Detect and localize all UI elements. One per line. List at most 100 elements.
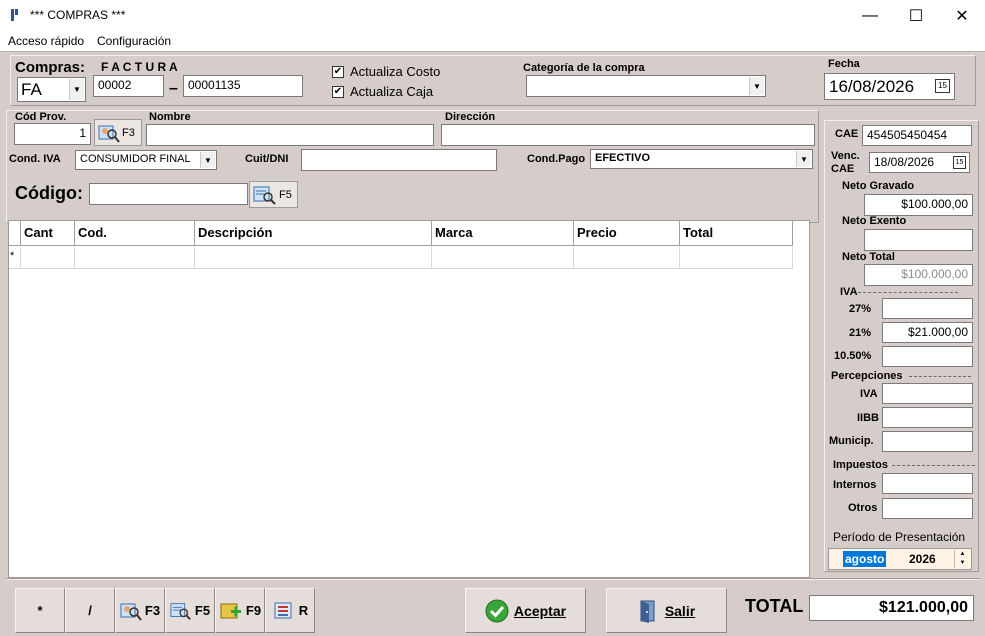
fecha-value: 16/08/2026	[829, 77, 915, 96]
multiply-button[interactable]: *	[15, 588, 65, 633]
salir-button[interactable]: Salir	[606, 588, 727, 633]
internos-label: Internos	[833, 479, 877, 491]
grid-cell-cant[interactable]	[21, 247, 75, 269]
f5-toolbar-button[interactable]: F5	[165, 588, 215, 633]
nombre-input[interactable]	[146, 124, 434, 146]
punto-venta-input[interactable]: 00002	[93, 75, 164, 97]
cond-pago-value: EFECTIVO	[595, 152, 651, 164]
buscar-proveedor-button[interactable]: F3	[94, 119, 142, 146]
grid-corner	[9, 221, 21, 246]
f9-toolbar-label: F9	[245, 603, 262, 618]
fecha-input[interactable]: 16/08/2026 15	[824, 73, 955, 100]
direccion-input[interactable]	[441, 124, 815, 146]
perc-municip-input[interactable]	[882, 431, 973, 452]
buscar-articulo-button[interactable]: F5	[249, 181, 298, 208]
cae-input[interactable]: 454505450454	[862, 125, 972, 146]
cond-pago-label: Cond.Pago	[527, 153, 586, 165]
tipo-comprobante-select[interactable]: FA ▼	[17, 77, 86, 102]
cod-prov-label: Cód Prov.	[15, 111, 67, 123]
iva-27-label: 27%	[849, 303, 872, 315]
codigo-input[interactable]	[89, 183, 248, 205]
menu-acceso-rapido[interactable]: Acceso rápido	[8, 34, 84, 48]
chevron-down-icon[interactable]: ▼	[200, 152, 215, 168]
cod-prov-input[interactable]: 1	[14, 123, 91, 145]
iva-1050-input[interactable]	[882, 346, 973, 367]
f5-toolbar-label: F5	[194, 603, 211, 618]
grid-header-precio[interactable]: Precio	[574, 221, 680, 246]
divide-button[interactable]: /	[65, 588, 115, 633]
impuestos-label: Impuestos	[833, 459, 889, 471]
codigo-label: Código:	[15, 183, 83, 203]
close-button[interactable]: ✕	[939, 0, 985, 31]
f5-label: F5	[279, 188, 292, 201]
maximize-button[interactable]: ☐	[893, 0, 939, 31]
r-toolbar-button[interactable]: R	[265, 588, 315, 633]
numero-dash: –	[169, 80, 178, 97]
actualiza-caja-checkbox[interactable]: ✔	[332, 86, 344, 98]
f3-toolbar-button[interactable]: F3	[115, 588, 165, 633]
cuit-input[interactable]	[301, 149, 497, 171]
check-circle-icon	[485, 599, 509, 622]
f9-toolbar-button[interactable]: F9	[215, 588, 265, 633]
venc-cae-label: Venc.	[831, 150, 860, 162]
periodo-spinner[interactable]: agosto 2026 ▲ ▼	[828, 548, 972, 570]
perc-iva-input[interactable]	[882, 383, 973, 404]
f3-label: F3	[122, 126, 135, 139]
minimize-button[interactable]: —	[847, 0, 893, 31]
grid-header-total[interactable]: Total	[680, 221, 793, 246]
grid-cell-total[interactable]	[680, 247, 793, 269]
total-label: TOTAL	[745, 596, 804, 616]
factura-label: F A C T U R A	[101, 60, 178, 74]
search-list-icon	[253, 186, 276, 205]
neto-gravado-input[interactable]: $100.000,00	[864, 194, 973, 216]
internos-input[interactable]	[882, 473, 973, 494]
otros-input[interactable]	[882, 498, 973, 519]
nombre-label: Nombre	[149, 111, 191, 123]
calendar-icon[interactable]: 15	[953, 156, 966, 169]
neto-total-label: Neto Total	[842, 251, 895, 263]
compras-form: Compras: F A C T U R A FA ▼ 00002 – 0000…	[0, 51, 985, 636]
perc-iibb-input[interactable]	[882, 407, 973, 428]
grid-cell-descripcion[interactable]	[195, 247, 432, 269]
cae-label: CAE	[835, 128, 859, 140]
chevron-down-icon[interactable]: ▼	[749, 77, 764, 95]
salir-label: Salir	[664, 602, 696, 619]
perc-municip-label: Municip.	[829, 435, 874, 447]
iva-27-input[interactable]	[882, 298, 973, 319]
actualiza-costo-checkbox[interactable]: ✔	[332, 66, 344, 78]
direccion-label: Dirección	[445, 111, 496, 123]
periodo-anio[interactable]: 2026	[909, 552, 936, 566]
aceptar-button[interactable]: Aceptar	[465, 588, 586, 633]
grid-header-cod[interactable]: Cod.	[75, 221, 195, 246]
search-person-icon	[120, 603, 142, 621]
cond-pago-select[interactable]: EFECTIVO ▼	[590, 149, 813, 169]
chevron-down-icon[interactable]: ▼	[69, 79, 84, 100]
venc-cae-value: 18/08/2026	[874, 155, 935, 169]
iva-section-label: IVA	[840, 286, 858, 298]
venc-cae-input[interactable]: 18/08/2026 15	[869, 152, 970, 173]
grid-header-marca[interactable]: Marca	[432, 221, 574, 246]
grid-cell-marca[interactable]	[432, 247, 574, 269]
new-row-marker: *	[9, 247, 21, 269]
iva-21-input[interactable]: $21.000,00	[882, 322, 973, 343]
spinner-arrows-icon[interactable]: ▲ ▼	[954, 550, 970, 568]
periodo-mes[interactable]: agosto	[843, 551, 887, 567]
calendar-icon[interactable]: 15	[935, 79, 950, 93]
numero-input[interactable]: 00001135	[183, 75, 303, 97]
title-bar: *** COMPRAS *** — ☐ ✕	[0, 0, 985, 31]
grid-header-descripcion[interactable]: Descripción	[195, 221, 432, 246]
neto-exento-input[interactable]	[864, 229, 973, 251]
grid-cell-precio[interactable]	[574, 247, 680, 269]
iva-1050-label: 10.50%	[834, 350, 872, 362]
categoria-label: Categoría de la compra	[523, 62, 645, 74]
cond-iva-select[interactable]: CONSUMIDOR FINAL ▼	[75, 150, 217, 170]
iva-21-label: 21%	[849, 327, 872, 339]
items-grid[interactable]: Cant Cod. Descripción Marca Precio Total…	[8, 220, 810, 578]
grid-cell-cod[interactable]	[75, 247, 195, 269]
menu-configuracion[interactable]: Configuración	[97, 34, 171, 48]
categoria-select[interactable]: ▼	[526, 75, 766, 97]
venc-cae-label-2: CAE	[831, 163, 855, 175]
iva-separator	[858, 292, 958, 293]
chevron-down-icon[interactable]: ▼	[796, 151, 811, 167]
grid-header-cant[interactable]: Cant	[21, 221, 75, 246]
